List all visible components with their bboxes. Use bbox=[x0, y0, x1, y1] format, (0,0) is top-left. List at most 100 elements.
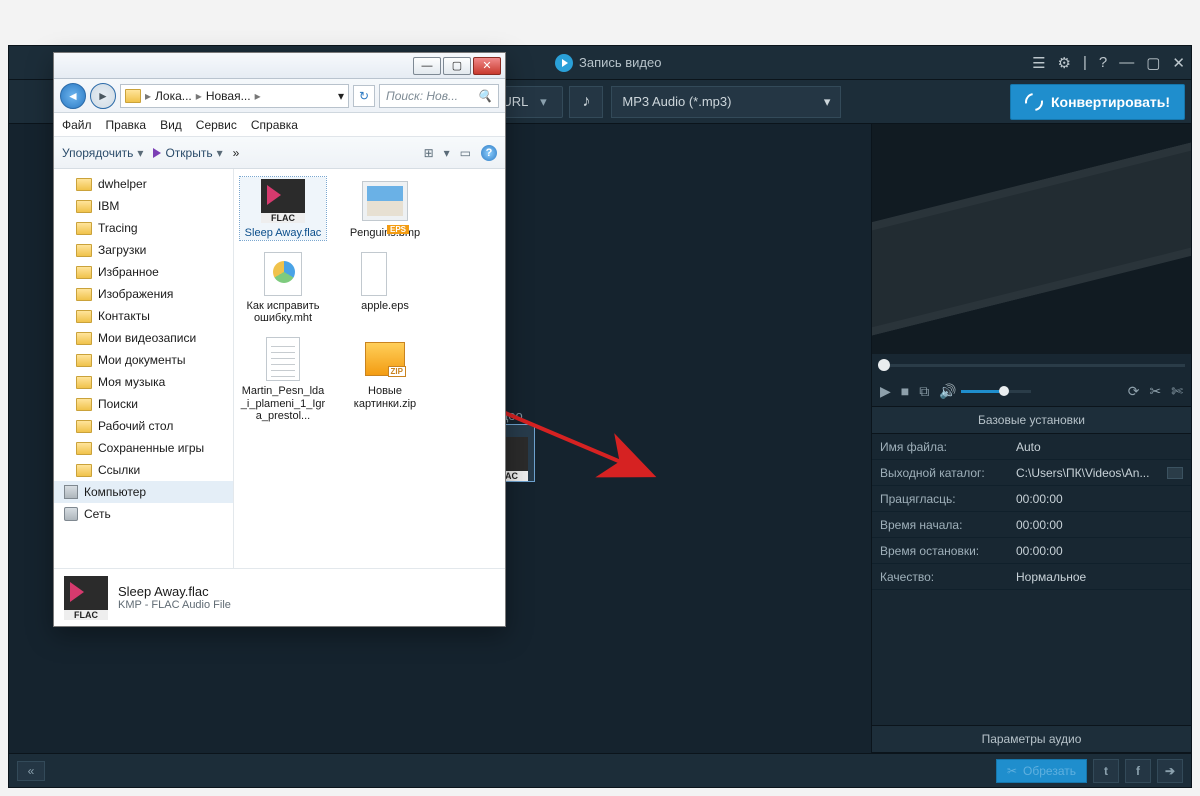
tab-record-video[interactable]: Запись видео bbox=[555, 54, 661, 72]
folder-icon bbox=[76, 442, 92, 455]
file-item[interactable]: Как исправить ошибку.mht bbox=[240, 250, 326, 325]
crop-icon[interactable]: ✄ bbox=[1171, 383, 1183, 400]
tree-item-computer[interactable]: Компьютер bbox=[54, 481, 233, 503]
tree-item[interactable]: Контакты bbox=[54, 305, 233, 327]
explorer-titlebar[interactable]: — ▢ ✕ bbox=[54, 53, 505, 79]
row-filename[interactable]: Имя файла: Auto bbox=[872, 434, 1191, 460]
facebook-icon[interactable]: f bbox=[1125, 759, 1151, 783]
chevron-down-icon[interactable]: ▾ bbox=[338, 89, 344, 103]
tree-item[interactable]: Tracing bbox=[54, 217, 233, 239]
folder-icon bbox=[76, 310, 92, 323]
collapse-left-button[interactable]: « bbox=[17, 761, 45, 781]
open-menu[interactable]: Открыть ▾ bbox=[153, 146, 222, 160]
folder-icon bbox=[76, 376, 92, 389]
crumb-segment[interactable]: Лока... bbox=[155, 89, 192, 103]
view-options-icon[interactable]: ⊞ bbox=[424, 146, 434, 160]
snapshot-icon[interactable]: ⧉ bbox=[919, 383, 929, 400]
nav-forward-button[interactable]: ► bbox=[90, 83, 116, 109]
timeline-playhead[interactable] bbox=[878, 359, 890, 371]
tree-item[interactable]: Рабочий стол bbox=[54, 415, 233, 437]
trim-button[interactable]: ✂ Обрезать bbox=[996, 759, 1087, 783]
menu-edit[interactable]: Правка bbox=[106, 118, 147, 132]
menu-file[interactable]: Файл bbox=[62, 118, 92, 132]
app-footer: « ✂ Обрезать t f ➔ bbox=[9, 753, 1191, 787]
tree-item[interactable]: Избранное bbox=[54, 261, 233, 283]
play-icon[interactable]: ▶ bbox=[880, 383, 891, 400]
tree-item[interactable]: Мои видеозаписи bbox=[54, 327, 233, 349]
minimize-button[interactable]: — bbox=[413, 57, 441, 75]
tree-item[interactable]: Моя музыка bbox=[54, 371, 233, 393]
outdir-key: Выходной каталог: bbox=[880, 466, 1016, 480]
folder-icon bbox=[125, 89, 141, 103]
file-item[interactable]: Martin_Pesn_lda_i_plameni_1_Igra_prestol… bbox=[240, 335, 326, 423]
volume-control[interactable]: 🔊 bbox=[939, 383, 1030, 400]
tree-item-network[interactable]: Сеть bbox=[54, 503, 233, 525]
folder-icon bbox=[76, 178, 92, 191]
tree-item[interactable]: Мои документы bbox=[54, 349, 233, 371]
twitter-icon[interactable]: t bbox=[1093, 759, 1119, 783]
file-label: Новые картинки.zip bbox=[342, 385, 428, 410]
row-quality[interactable]: Качество: Нормальное bbox=[872, 564, 1191, 590]
folder-icon bbox=[76, 354, 92, 367]
stop-icon[interactable]: ■ bbox=[901, 383, 909, 399]
organize-menu[interactable]: Упорядочить ▾ bbox=[62, 146, 143, 160]
duration-value: 00:00:00 bbox=[1016, 492, 1063, 506]
share-icon[interactable]: ➔ bbox=[1157, 759, 1183, 783]
status-filename: Sleep Away.flac bbox=[118, 584, 231, 599]
menu-icon[interactable]: ☰ bbox=[1032, 54, 1045, 72]
folder-tree[interactable]: dwhelper IBM Tracing Загрузки Избранное … bbox=[54, 169, 234, 568]
file-label: Martin_Pesn_lda_i_plameni_1_Igra_prestol… bbox=[240, 385, 326, 423]
preview-pane-icon[interactable]: ▭ bbox=[460, 146, 471, 160]
chevron-down-icon[interactable]: ▾ bbox=[444, 146, 450, 160]
file-label: Penguins.bmp bbox=[350, 227, 420, 240]
row-outdir[interactable]: Выходной каталог: C:\Users\ПК\Videos\An.… bbox=[872, 460, 1191, 486]
section-audio-title[interactable]: Параметры аудио bbox=[872, 725, 1191, 753]
gear-icon[interactable]: ⚙ bbox=[1058, 54, 1071, 72]
close-button[interactable]: ✕ bbox=[473, 57, 501, 75]
help-icon[interactable]: ? bbox=[481, 145, 497, 161]
divider: | bbox=[1083, 54, 1087, 71]
file-item[interactable]: Новые картинки.zip bbox=[342, 335, 428, 423]
crumb-segment[interactable]: Новая... bbox=[206, 89, 251, 103]
help-icon[interactable]: ? bbox=[1099, 54, 1107, 71]
tree-item[interactable]: Ссылки bbox=[54, 459, 233, 481]
tree-item[interactable]: Сохраненные игры bbox=[54, 437, 233, 459]
menu-view[interactable]: Вид bbox=[160, 118, 182, 132]
menu-service[interactable]: Сервис bbox=[196, 118, 237, 132]
music-note-icon[interactable]: ♪ bbox=[569, 86, 603, 118]
menu-help[interactable]: Справка bbox=[251, 118, 298, 132]
cut-icon[interactable]: ✂ bbox=[1150, 383, 1162, 400]
explorer-menubar: Файл Правка Вид Сервис Справка bbox=[54, 113, 505, 137]
output-format-select[interactable]: MP3 Audio (*.mp3) ▾ bbox=[611, 86, 841, 118]
file-item[interactable]: Penguins.bmp bbox=[342, 177, 428, 240]
file-item[interactable]: EPS apple.eps bbox=[342, 250, 428, 325]
tree-item[interactable]: Поиски bbox=[54, 393, 233, 415]
maximize-icon[interactable]: ▢ bbox=[1146, 54, 1160, 72]
breadcrumb[interactable]: ▸ Лока... ▸ Новая... ▸ ▾ bbox=[120, 84, 349, 108]
folder-icon bbox=[76, 222, 92, 235]
volume-slider[interactable] bbox=[961, 390, 1031, 393]
tree-item[interactable]: dwhelper bbox=[54, 173, 233, 195]
search-icon: 🔍 bbox=[477, 89, 492, 103]
close-icon[interactable]: ✕ bbox=[1172, 54, 1185, 72]
row-stop[interactable]: Время остановки: 00:00:00 bbox=[872, 538, 1191, 564]
search-input[interactable]: Поиск: Нов... 🔍 bbox=[379, 84, 499, 108]
row-start[interactable]: Время начала: 00:00:00 bbox=[872, 512, 1191, 538]
loop-icon[interactable]: ⟳ bbox=[1128, 383, 1140, 400]
filename-key: Имя файла: bbox=[880, 440, 1016, 454]
nav-back-button[interactable]: ◄ bbox=[60, 83, 86, 109]
convert-button[interactable]: Конвертировать! bbox=[1010, 84, 1185, 120]
timeline[interactable] bbox=[872, 354, 1191, 376]
tree-item[interactable]: Загрузки bbox=[54, 239, 233, 261]
file-list[interactable]: Sleep Away.flac Penguins.bmp Как исправи… bbox=[234, 169, 505, 568]
tree-item[interactable]: Изображения bbox=[54, 283, 233, 305]
folder-icon bbox=[76, 288, 92, 301]
browse-folder-icon[interactable] bbox=[1167, 467, 1183, 479]
maximize-button[interactable]: ▢ bbox=[443, 57, 471, 75]
refresh-button[interactable]: ↻ bbox=[353, 85, 375, 107]
chevron-down-icon: ▾ bbox=[137, 146, 143, 160]
file-item[interactable]: Sleep Away.flac bbox=[240, 177, 326, 240]
overflow-icon[interactable]: » bbox=[233, 146, 240, 160]
minimize-icon[interactable]: — bbox=[1119, 54, 1134, 71]
tree-item[interactable]: IBM bbox=[54, 195, 233, 217]
